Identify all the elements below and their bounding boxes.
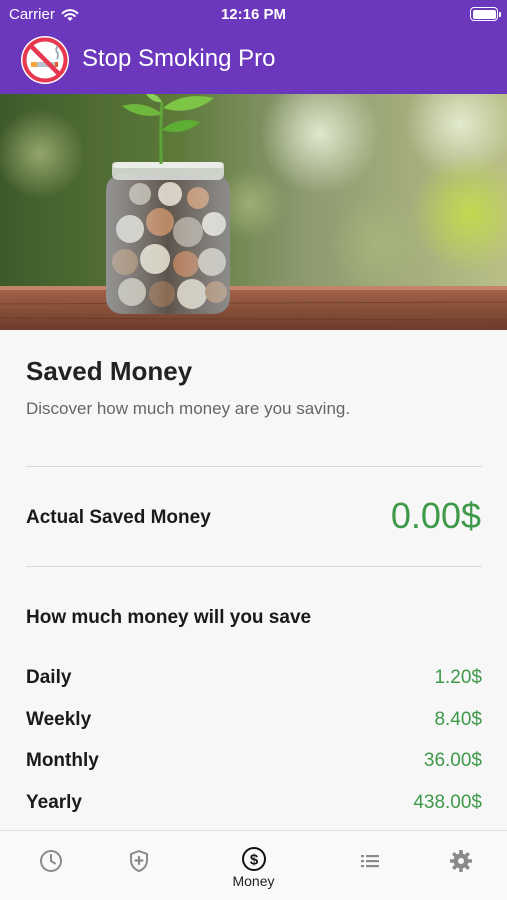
period-row-monthly: Monthly 36.00$ [26,750,482,780]
period-label: Weekly [26,709,92,730]
tab-money-label: Money [232,873,275,889]
period-label: Daily [26,667,72,688]
no-smoking-logo-icon [21,36,69,84]
list-icon [360,855,379,868]
tab-timer[interactable] [0,831,101,900]
actual-saved-value: 0.00$ [390,495,481,536]
header: Carrier 12:16 PM Stop Smoking Pro [0,0,507,94]
gear-icon [449,850,472,872]
tab-list[interactable] [319,831,420,900]
savings-panel: Saved Money Discover how much money are … [0,330,507,830]
shield-plus-icon [129,850,148,872]
svg-text:$: $ [249,852,258,869]
period-row-yearly: Yearly 438.00$ [26,792,482,822]
period-row-daily: Daily 1.20$ [26,667,482,697]
projection-title: How much money will you save [26,607,312,628]
divider [26,466,482,467]
app-title: Stop Smoking Pro [82,45,276,72]
page-title: Saved Money [26,356,193,386]
dollar-circle-icon: $ [241,847,266,871]
period-label: Monthly [26,750,99,771]
status-bar: Carrier 12:16 PM [0,0,507,28]
period-label: Yearly [26,792,82,813]
status-time: 12:16 PM [220,6,287,23]
period-value: 8.40$ [434,709,482,730]
coin-jar-image [0,94,507,330]
hero-image [0,94,507,330]
tab-health[interactable] [88,831,189,900]
tab-settings[interactable] [410,831,507,900]
period-value: 1.20$ [434,667,482,688]
actual-saved-label: Actual Saved Money [26,507,211,528]
period-value: 438.00$ [413,792,482,813]
divider [26,566,482,567]
page-subtitle: Discover how much money are you saving. [26,399,351,418]
app-bar: Stop Smoking Pro [0,28,507,94]
tab-money[interactable]: $ Money [203,831,304,900]
battery-icon [470,7,501,21]
period-value: 36.00$ [423,750,482,771]
tab-bar: $ Money [0,830,507,900]
clock-icon [39,850,62,872]
period-row-weekly: Weekly 8.40$ [26,709,482,739]
